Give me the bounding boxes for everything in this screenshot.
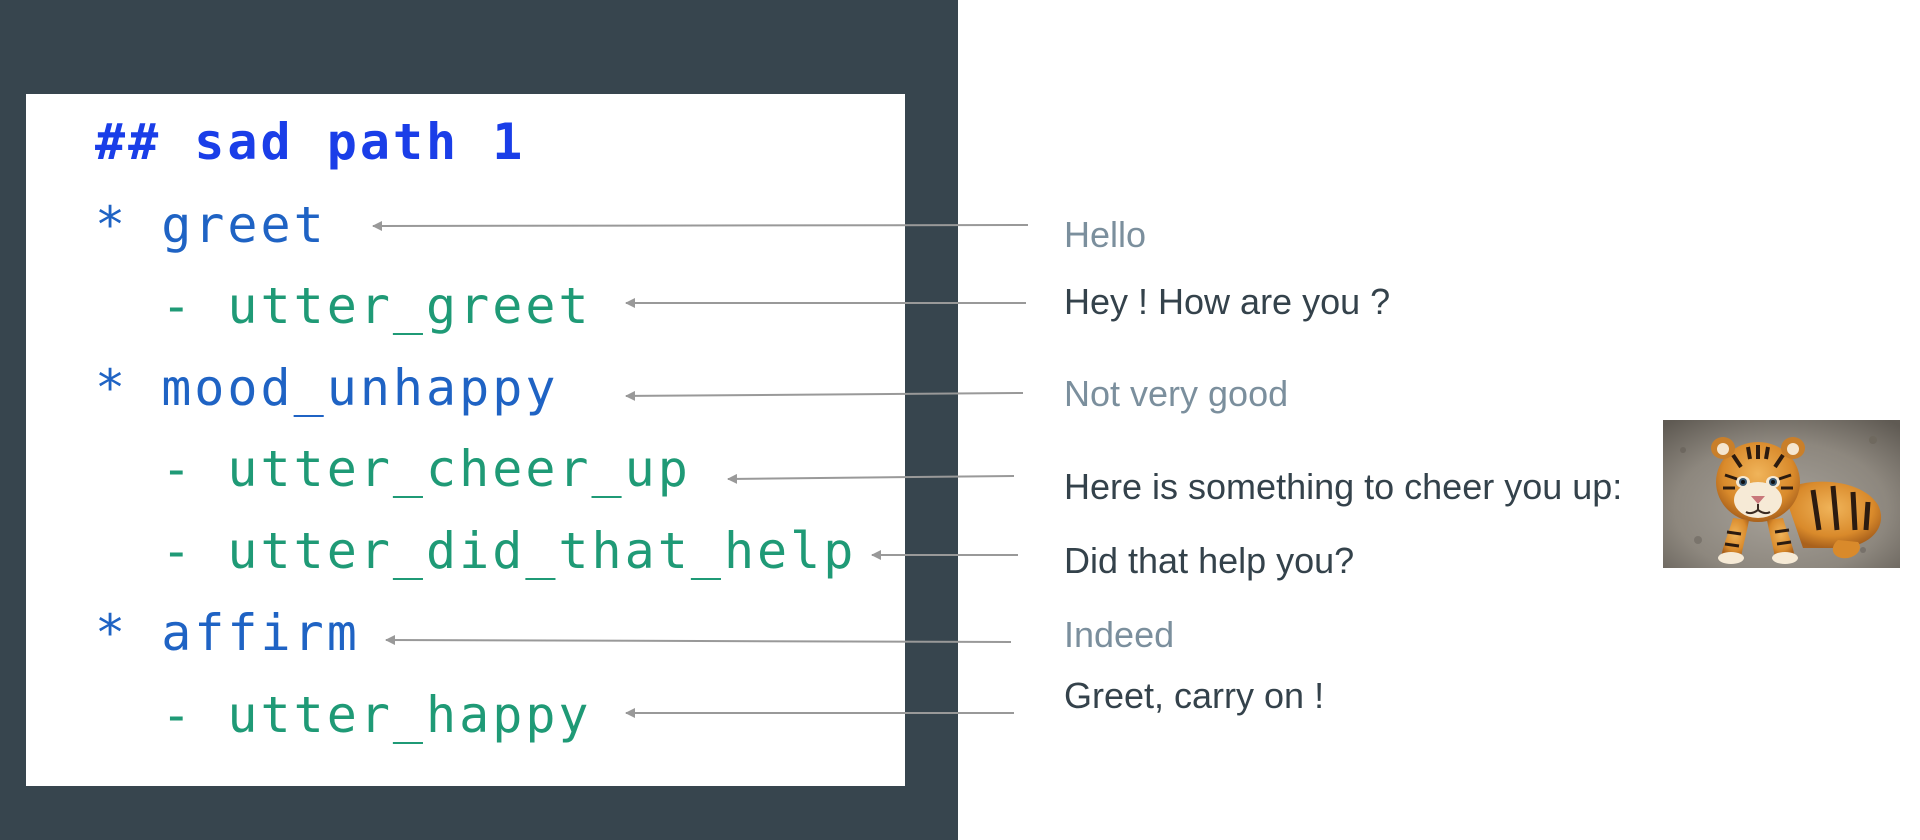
arrow-greet [372, 220, 1029, 231]
connector-arrows [372, 220, 1029, 718]
tiger-cub-image [1663, 420, 1900, 568]
arrow-mood-unhappy [625, 390, 1024, 401]
arrow-utter-cheer-up [727, 473, 1015, 484]
arrow-affirm [385, 635, 1012, 646]
tiger-cub-icon [1663, 420, 1900, 568]
